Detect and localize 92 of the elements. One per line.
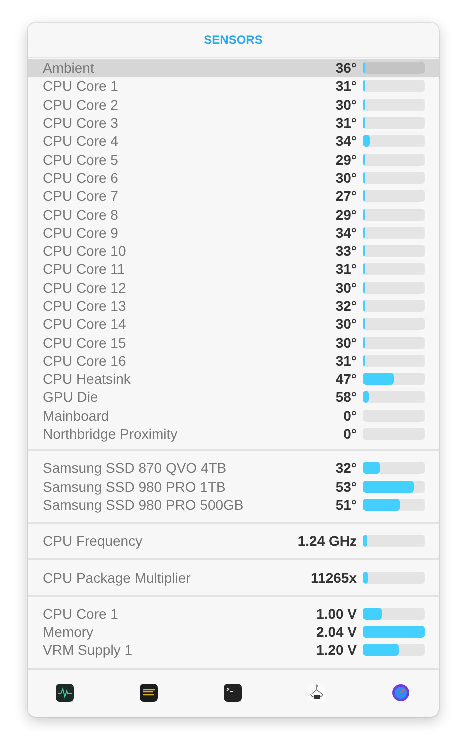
- sensor-name: CPU Core 9: [43, 224, 120, 241]
- sensor-row[interactable]: CPU Core 8 29°: [28, 205, 439, 224]
- sensor-name: Memory: [43, 624, 95, 640]
- sensor-row[interactable]: Samsung SSD 980 PRO 1TB 53°: [28, 478, 439, 496]
- sensor-name: CPU Frequency: [43, 533, 144, 550]
- sensor-row[interactable]: CPU Core 3 31°: [28, 114, 439, 132]
- sensor-name: CPU Core 7: [43, 188, 120, 204]
- sensor-row[interactable]: Samsung SSD 980 PRO 500GB 51°: [28, 496, 439, 514]
- sensor-value: 31°: [336, 115, 357, 132]
- sensor-row[interactable]: Mainboard 0°: [28, 406, 439, 425]
- sensor-name: CPU Heatsink: [43, 371, 132, 388]
- activity-monitor-icon[interactable]: [55, 683, 75, 704]
- sensor-row[interactable]: CPU Core 2 30°: [28, 96, 439, 114]
- sensor-row[interactable]: CPU Core 16 31°: [28, 352, 439, 370]
- sensor-row[interactable]: GPU Die 58°: [28, 388, 439, 407]
- sensor-row[interactable]: CPU Core 10 33°: [28, 242, 439, 260]
- sensor-row[interactable]: Samsung SSD 870 QVO 4TB 32°: [28, 459, 439, 478]
- sensor-name: CPU Core 10: [43, 243, 128, 260]
- sensor-name: CPU Core 11: [43, 261, 126, 278]
- sensor-value: 29°: [336, 152, 357, 168]
- sensor-row[interactable]: CPU Frequency 1.24 GHz: [28, 532, 439, 550]
- sensor-value: 30°: [336, 170, 357, 186]
- sensor-value: 31°: [336, 261, 357, 278]
- sensor-row[interactable]: CPU Core 11 31°: [28, 260, 439, 279]
- sensor-value: 58°: [336, 389, 357, 406]
- sensor-name: CPU Core 3: [43, 115, 120, 132]
- sensor-value: 1.00 V: [316, 606, 357, 622]
- sensor-row[interactable]: CPU Heatsink 47°: [28, 370, 439, 388]
- sensor-row[interactable]: CPU Core 15 30°: [28, 333, 439, 352]
- sensor-name: Ambient: [43, 60, 96, 76]
- panel-title: SENSORS: [28, 23, 439, 58]
- sensor-value: 30°: [336, 280, 357, 296]
- sensor-row[interactable]: CPU Core 7 27°: [28, 187, 439, 206]
- sensor-value: 30°: [336, 334, 357, 351]
- sensor-value: 1.24 GHz: [298, 533, 357, 550]
- sensor-value: 31°: [336, 352, 357, 369]
- sensor-value: 1.20 V: [316, 642, 357, 658]
- sensor-row[interactable]: CPU Core 6 30°: [28, 168, 439, 188]
- sensor-row[interactable]: CPU Core 12 30°: [28, 278, 439, 297]
- sensor-value: 31°: [336, 78, 357, 94]
- console-icon[interactable]: [139, 683, 159, 704]
- sensor-name: GPU Die: [43, 389, 100, 406]
- sensor-row[interactable]: VRM Supply 1 1.20 V: [28, 641, 439, 660]
- sensor-row[interactable]: CPU Core 1 31°: [28, 77, 439, 96]
- sensor-value: 51°: [336, 496, 357, 513]
- sensor-row[interactable]: CPU Core 14 30°: [28, 315, 439, 334]
- sensor-value: 0°: [344, 426, 357, 442]
- sensor-name: Samsung SSD 980 PRO 1TB: [43, 478, 227, 495]
- sensor-name: Samsung SSD 870 QVO 4TB: [43, 460, 228, 476]
- sensor-value: 36°: [336, 60, 357, 76]
- sensor-name: CPU Core 14: [43, 316, 128, 332]
- sensor-value: 34°: [336, 224, 357, 241]
- sensor-value: 33°: [336, 243, 357, 260]
- sensor-value: 30°: [336, 316, 357, 332]
- sensor-row[interactable]: CPU Package Multiplier 11265x: [28, 568, 439, 587]
- sensor-value: 32°: [336, 460, 357, 476]
- sensor-row[interactable]: Memory 2.04 V: [28, 623, 439, 642]
- sensor-row[interactable]: CPU Core 1 1.00 V: [28, 604, 439, 624]
- sensor-value: 53°: [336, 478, 357, 495]
- sensor-name: CPU Core 2: [43, 96, 120, 113]
- sensor-name: CPU Core 1: [43, 606, 120, 622]
- sensor-name: Samsung SSD 980 PRO 500GB: [43, 496, 245, 513]
- sensor-name: VRM Supply 1: [43, 642, 134, 658]
- sensor-value: 0°: [344, 408, 357, 424]
- sensor-name: CPU Core 16: [43, 352, 128, 369]
- sensor-name: CPU Package Multiplier: [43, 570, 192, 586]
- sensor-name: CPU Core 12: [43, 280, 128, 296]
- sensor-name: Mainboard: [43, 408, 110, 424]
- sensor-row[interactable]: CPU Core 4 34°: [28, 132, 439, 150]
- gauge-icon[interactable]: [391, 683, 411, 704]
- sensor-value: 47°: [336, 371, 357, 388]
- sensor-row[interactable]: CPU Core 13 32°: [28, 296, 439, 316]
- sensor-value: 34°: [336, 133, 357, 150]
- sensor-row[interactable]: Northbridge Proximity 0°: [28, 424, 439, 444]
- terminal-icon[interactable]: [223, 683, 243, 704]
- sensor-value: 29°: [336, 206, 357, 223]
- sensor-value: 30°: [336, 96, 357, 113]
- sensor-value: 11265x: [311, 570, 357, 586]
- sensor-name: CPU Core 4: [43, 133, 120, 150]
- sensor-name: CPU Core 15: [43, 334, 128, 351]
- sensor-row[interactable]: Ambient 36°: [28, 59, 439, 78]
- sensor-name: CPU Core 13: [43, 298, 128, 314]
- sensor-value: 2.04 V: [316, 624, 357, 640]
- sensor-row[interactable]: CPU Core 5 29°: [28, 150, 439, 169]
- sensor-name: CPU Core 5: [43, 152, 120, 168]
- sensor-name: Northbridge Proximity: [43, 426, 179, 442]
- sensor-value: 27°: [336, 188, 357, 204]
- sensor-name: CPU Core 6: [43, 170, 120, 186]
- sensor-name: CPU Core 1: [43, 78, 120, 94]
- sensor-name: CPU Core 8: [43, 206, 120, 223]
- sensor-value: 32°: [336, 298, 357, 314]
- sensor-row[interactable]: CPU Core 9 34°: [28, 224, 439, 242]
